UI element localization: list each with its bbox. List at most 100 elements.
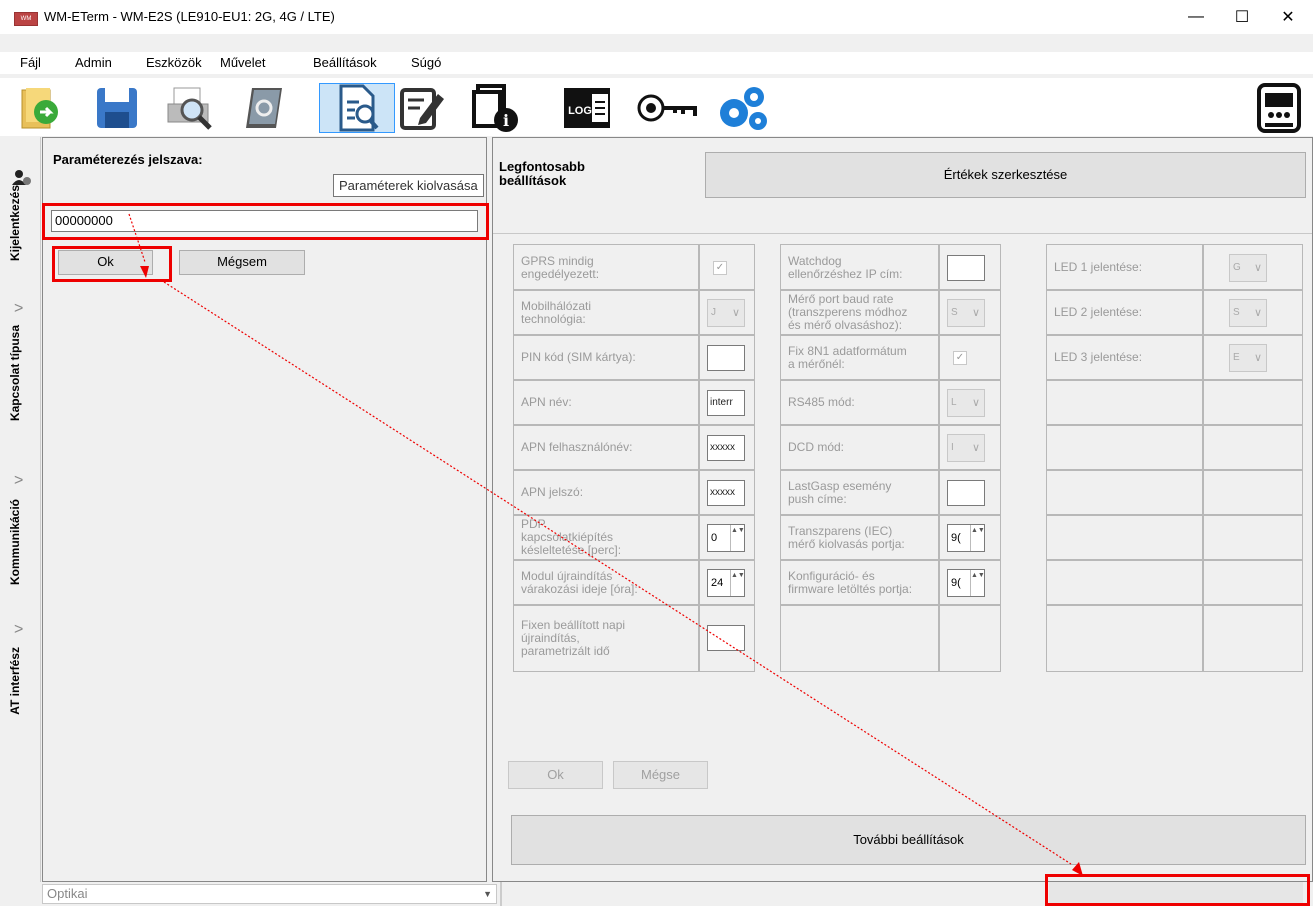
grid-cell [1046, 469, 1203, 516]
text-field[interactable] [947, 254, 985, 281]
grid-cell [1203, 424, 1303, 471]
menu-admin[interactable]: Admin [75, 55, 112, 70]
dropdown[interactable]: E [1229, 343, 1267, 372]
close-icon[interactable]: ✕ [1265, 0, 1311, 34]
divider [493, 233, 1312, 234]
control-value: J [711, 306, 716, 318]
grid-cell [1046, 424, 1203, 471]
number-stepper[interactable]: 24 ▲▼ [707, 568, 745, 597]
text-field[interactable] [707, 344, 745, 371]
separator [500, 882, 502, 906]
more-settings-button[interactable]: További beállítások [511, 815, 1306, 865]
control-value: S [1233, 306, 1240, 318]
app-icon: WM [14, 12, 38, 26]
setting-label: APN jelszó: [521, 485, 584, 499]
setting-label: LED 1 jelentése: [1054, 260, 1143, 274]
chevron-down-icon: ▼ [483, 889, 492, 899]
settings-panel: Legfontosabb beállítások Értékek szerkes… [492, 137, 1313, 882]
stepper-arrows-icon: ▲▼ [730, 524, 745, 551]
manual-icon[interactable] [240, 83, 292, 133]
checkbox[interactable]: ✓ [713, 260, 727, 275]
setting-label: Modul újraindítás várakozási ideje [óra]… [521, 568, 638, 596]
tab-logout[interactable]: Kijelentkezés [8, 185, 22, 261]
print-preview-icon[interactable] [164, 83, 216, 133]
info-icon[interactable]: i [470, 83, 522, 133]
highlight-ok [52, 246, 172, 282]
dropdown[interactable]: J [707, 298, 745, 327]
grid-cell [1203, 469, 1303, 516]
text-field[interactable]: xxxxx [707, 479, 745, 506]
menu-file[interactable]: Fájl [20, 55, 41, 70]
connection-value: Optikai [47, 886, 88, 901]
control-value: xxxxx [710, 441, 735, 453]
setting-label: PDP kapcsolatkiépítés késleltetése [perc… [521, 517, 622, 557]
password-label: Paraméterezés jelszava: [53, 152, 203, 167]
parameter-read-icon[interactable] [319, 83, 395, 133]
settings-ok-button[interactable]: Ok [508, 761, 603, 789]
menu-help[interactable]: Súgó [411, 55, 441, 70]
number-stepper[interactable]: 9(▲▼ [947, 568, 985, 597]
setting-label: Mobilhálózati technológia: [521, 298, 592, 326]
setting-label: APN felhasználónév: [521, 440, 633, 454]
key-rotate-icon[interactable] [633, 83, 703, 133]
meter-icon[interactable] [1253, 83, 1305, 133]
setting-label: DCD mód: [788, 440, 845, 454]
control-value: I [951, 441, 954, 453]
menu-operation[interactable]: Művelet [220, 55, 266, 70]
connection-select[interactable]: Optikai ▼ [42, 884, 497, 904]
grid-cell [1203, 559, 1303, 606]
log-icon[interactable]: LOG [562, 83, 614, 133]
parameter-edit-icon[interactable] [396, 83, 448, 133]
cancel-button[interactable]: Mégsem [179, 250, 305, 275]
setting-label: Konfiguráció- és firmware letöltés portj… [788, 568, 913, 596]
tab-at-interface[interactable]: AT interfész [8, 647, 22, 715]
setting-label: LED 2 jelentése: [1054, 305, 1143, 319]
dropdown[interactable]: L [947, 388, 985, 417]
minimize-icon[interactable]: — [1173, 0, 1219, 34]
save-icon[interactable] [91, 83, 143, 133]
dropdown[interactable]: I [947, 433, 985, 462]
sidebar: Kijelentkezés > Kapcsolat típusa > Kommu… [0, 137, 41, 882]
checkbox[interactable]: ✓ [953, 350, 967, 365]
setting-label: APN név: [521, 395, 572, 409]
control-value: 9( [951, 531, 961, 544]
setting-label: Mérő port baud rate (transzperens módhoz… [788, 292, 908, 332]
setting-label: LastGasp esemény push címe: [788, 478, 892, 506]
dropdown[interactable]: S [1229, 298, 1267, 327]
edit-values-button[interactable]: Értékek szerkesztése [705, 152, 1306, 198]
gears-icon[interactable] [716, 83, 768, 133]
tab-communication[interactable]: Kommunikáció [8, 499, 22, 585]
number-stepper[interactable]: 9(▲▼ [947, 523, 985, 552]
stepper-arrows-icon: ▲▼ [730, 569, 745, 596]
maximize-icon[interactable]: ☐ [1219, 0, 1265, 34]
setting-label: GPRS mindig engedélyezett: [521, 253, 600, 281]
stepper-arrows-icon: ▲▼ [970, 569, 985, 596]
settings-cancel-button[interactable]: Mégse [613, 761, 708, 789]
grid-cell [1203, 379, 1303, 426]
text-field[interactable]: interr [707, 389, 745, 416]
dropdown[interactable]: S [947, 298, 985, 327]
control-value: L [951, 396, 957, 408]
setting-label: Fix 8N1 adatformátum a mérőnél: [788, 343, 907, 371]
menu-settings[interactable]: Beállítások [313, 55, 377, 70]
text-field[interactable]: xxxxx [707, 434, 745, 461]
grid-cell [939, 604, 1001, 672]
window-title: WM-ETerm - WM-E2S (LE910-EU1: 2G, 4G / L… [44, 9, 335, 24]
menu-bar: Fájl Admin Eszközök Művelet Beállítások … [0, 52, 1313, 74]
grid-cell [780, 604, 939, 672]
setting-label: Transzparens (IEC) mérő kiolvasás portja… [788, 523, 905, 551]
control-value: G [1233, 261, 1241, 273]
control-value: 0 [711, 531, 718, 544]
control-value: S [951, 306, 958, 318]
svg-text:i: i [503, 111, 509, 130]
text-field[interactable] [707, 625, 745, 651]
chevron-right-icon: > [14, 300, 24, 317]
grid-cell [1046, 379, 1203, 426]
number-stepper[interactable]: 0 ▲▼ [707, 523, 745, 552]
tab-connection-type[interactable]: Kapcsolat típusa [8, 325, 22, 421]
open-folder-icon[interactable] [14, 83, 66, 133]
text-field[interactable] [947, 479, 985, 506]
control-value: 24 [711, 576, 724, 589]
dropdown[interactable]: G [1229, 253, 1267, 282]
menu-tools[interactable]: Eszközök [146, 55, 202, 70]
